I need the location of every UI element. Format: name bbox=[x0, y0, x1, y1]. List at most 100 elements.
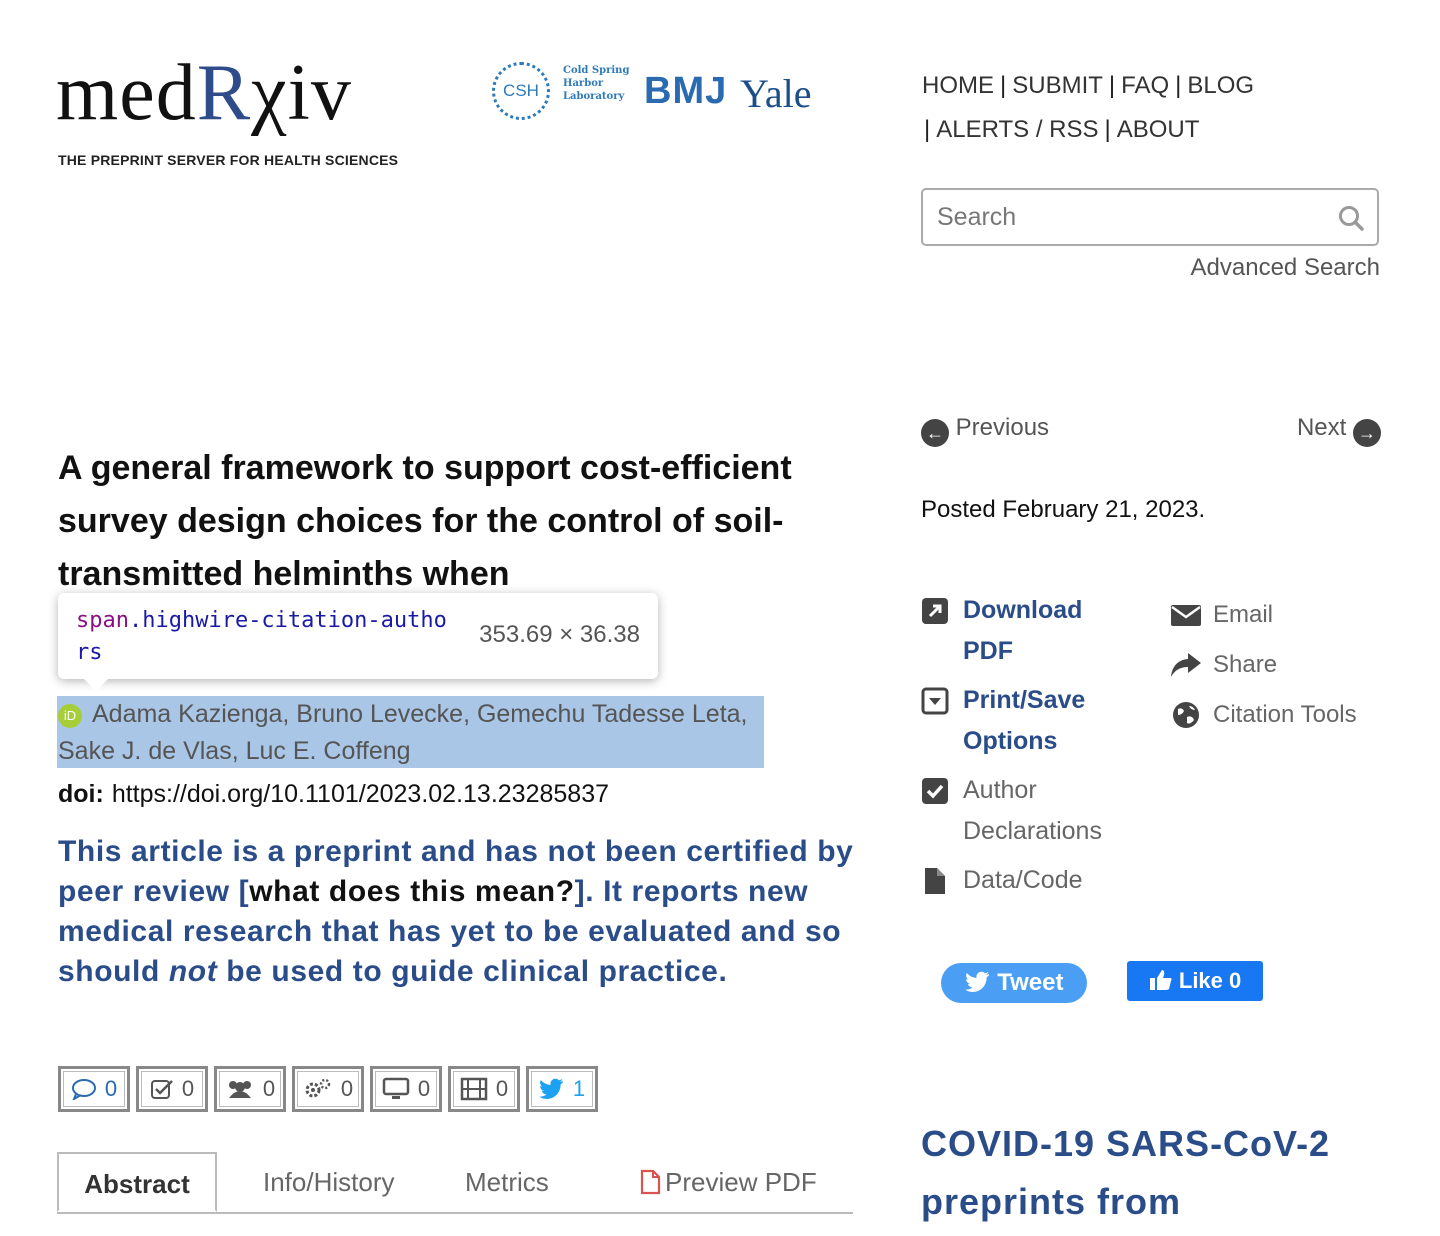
video-metric[interactable]: 0 bbox=[448, 1066, 520, 1112]
tooltip-class: .highwire-citation-authors bbox=[76, 608, 447, 665]
tooltip-selector: span.highwire-citation-authors bbox=[76, 605, 456, 669]
yale-logo[interactable]: Yale bbox=[740, 70, 812, 117]
box-inner-border bbox=[531, 1071, 593, 1107]
tab-abstract[interactable]: Abstract bbox=[57, 1152, 217, 1212]
box-inner-border bbox=[219, 1071, 281, 1107]
globe-icon bbox=[1173, 702, 1199, 728]
nav-home[interactable]: HOME bbox=[922, 72, 994, 99]
search-icon[interactable] bbox=[1337, 204, 1365, 232]
csh-logo-icon[interactable]: CSH bbox=[492, 62, 550, 120]
csh-short-label: CSH bbox=[503, 81, 539, 100]
devtools-inspect-tooltip: span.highwire-citation-authors 353.69 × … bbox=[58, 593, 658, 691]
logo-r: R bbox=[196, 49, 252, 137]
share-label: Share bbox=[1213, 651, 1278, 678]
email-label: Email bbox=[1213, 601, 1274, 628]
article-title: A general framework to support cost-effi… bbox=[58, 449, 792, 593]
logo-prefix: med bbox=[56, 49, 197, 137]
tweet-button[interactable]: Tweet bbox=[941, 963, 1087, 1003]
nav-alerts-rss[interactable]: ALERTS / RSS bbox=[936, 116, 1098, 143]
reviews-metric[interactable]: 0 bbox=[136, 1066, 208, 1112]
orcid-icon[interactable]: iD bbox=[58, 704, 82, 728]
share-link[interactable]: Share bbox=[1170, 640, 1390, 690]
preprint-disclaimer: This article is a preprint and has not b… bbox=[58, 832, 858, 992]
nav-blog[interactable]: BLOG bbox=[1187, 72, 1254, 99]
dropdown-box-icon bbox=[921, 687, 949, 715]
citation-tools-label: Citation Tools bbox=[1213, 701, 1357, 728]
print-save-label: Print/Save Options bbox=[963, 686, 1086, 755]
doi-link[interactable]: https://doi.org/10.1101/2023.02.13.23285… bbox=[112, 780, 609, 808]
next-link[interactable]: Next → bbox=[1297, 414, 1381, 447]
tooltip-dimensions: 353.69 × 36.38 bbox=[479, 621, 640, 648]
box-inner-border bbox=[141, 1071, 203, 1107]
envelope-icon bbox=[1171, 605, 1201, 626]
search-input[interactable] bbox=[935, 202, 1319, 233]
nav-about[interactable]: ABOUT bbox=[1117, 116, 1200, 143]
nav-submit[interactable]: SUBMIT bbox=[1012, 72, 1103, 99]
media-metric[interactable]: 0 bbox=[370, 1066, 442, 1112]
doi-label: doi: bbox=[58, 780, 104, 808]
what-does-this-mean-link[interactable]: what does this mean? bbox=[249, 875, 574, 908]
previous-link[interactable]: ← Previous bbox=[921, 414, 1049, 447]
nav-separator: | bbox=[1104, 116, 1111, 143]
logo-suffix: χiv bbox=[251, 49, 352, 137]
medrxiv-logo[interactable]: medRχiv bbox=[56, 48, 352, 138]
tweets-metric[interactable]: 1 bbox=[526, 1066, 598, 1112]
article-tabs: Abstract Info/History Metrics Preview PD… bbox=[57, 1152, 853, 1214]
tooltip-arrow bbox=[84, 679, 108, 691]
nav-separator: | bbox=[1108, 72, 1116, 99]
prev-next-navigation: ← Previous Next → bbox=[921, 414, 1381, 448]
authors-line-2[interactable]: Sake J. de Vlas, Luc E. Coffeng bbox=[58, 737, 411, 765]
preview-pdf-label: Preview PDF bbox=[665, 1167, 817, 1197]
bmj-logo[interactable]: BMJ bbox=[644, 70, 727, 113]
tab-info-history[interactable]: Info/History bbox=[263, 1152, 395, 1212]
author-declarations-label: Author Declarations bbox=[963, 776, 1102, 845]
article-authors: iD Adama Kazienga, Bruno Levecke, Gemechu… bbox=[58, 696, 788, 770]
share-actions: Email Share Citation Tools bbox=[1170, 590, 1390, 740]
email-link[interactable]: Email bbox=[1170, 590, 1390, 640]
top-navigation: HOME | SUBMIT | FAQ | BLOG | ALERTS / RSS | ABOUT bbox=[922, 64, 1302, 152]
covid-section-heading[interactable]: COVID-19 SARS-CoV-2 preprints from bbox=[921, 1115, 1421, 1231]
share-arrow-icon bbox=[1171, 653, 1201, 677]
article-actions: Download PDF Print/Save Options Author D… bbox=[921, 590, 1121, 909]
article-doi: doi: https://doi.org/10.1101/2023.02.13.2… bbox=[58, 780, 609, 809]
posted-date: Posted February 21, 2023. bbox=[921, 496, 1206, 523]
download-pdf-link[interactable]: Download PDF bbox=[921, 590, 1121, 672]
pdf-file-icon bbox=[640, 1169, 661, 1195]
thumbs-up-icon bbox=[1149, 970, 1172, 990]
altmetric-row: 0 0 0 0 0 0 1 bbox=[58, 1066, 598, 1112]
box-inner-border bbox=[375, 1071, 437, 1107]
automated-metric[interactable]: 0 bbox=[292, 1066, 364, 1112]
csh-name: Cold Spring Harbor Laboratory bbox=[563, 65, 630, 102]
box-inner-border bbox=[63, 1071, 125, 1107]
external-link-icon bbox=[922, 598, 948, 624]
facebook-like-button[interactable]: Like 0 bbox=[1127, 961, 1263, 1001]
download-pdf-label: Download PDF bbox=[963, 596, 1083, 665]
nav-separator: | bbox=[924, 116, 931, 143]
tooltip-tag: span bbox=[76, 608, 129, 633]
note-not: not bbox=[168, 955, 218, 988]
advanced-search-link[interactable]: Advanced Search bbox=[1191, 254, 1380, 282]
checkbox-checked-icon bbox=[922, 778, 948, 804]
data-code-link[interactable]: Data/Code bbox=[921, 860, 1121, 901]
next-label: Next bbox=[1296, 414, 1347, 441]
community-metric[interactable]: 0 bbox=[214, 1066, 286, 1112]
author-declarations-link[interactable]: Author Declarations bbox=[921, 770, 1121, 852]
tab-metrics[interactable]: Metrics bbox=[465, 1152, 549, 1212]
box-inner-border bbox=[453, 1071, 515, 1107]
search-box bbox=[921, 188, 1379, 246]
data-code-label: Data/Code bbox=[963, 866, 1083, 894]
file-icon bbox=[925, 868, 945, 894]
note-part-3: be used to guide clinical practice. bbox=[217, 955, 728, 988]
previous-label: Previous bbox=[955, 414, 1050, 441]
authors-line-1[interactable]: Adama Kazienga, Bruno Levecke, Gemechu T… bbox=[92, 700, 748, 728]
comments-metric[interactable]: 0 bbox=[58, 1066, 130, 1112]
nav-faq[interactable]: FAQ bbox=[1121, 72, 1169, 99]
twitter-bird-icon bbox=[964, 971, 989, 992]
print-save-link[interactable]: Print/Save Options bbox=[921, 680, 1121, 762]
tab-preview-pdf[interactable]: Preview PDF bbox=[639, 1152, 817, 1212]
tweet-label: Tweet bbox=[997, 969, 1064, 996]
logo-tagline: THE PREPRINT SERVER FOR HEALTH SCIENCES bbox=[58, 152, 399, 168]
arrow-left-icon: ← bbox=[921, 419, 949, 447]
citation-tools-link[interactable]: Citation Tools bbox=[1170, 690, 1390, 740]
nav-separator: | bbox=[1175, 72, 1182, 99]
